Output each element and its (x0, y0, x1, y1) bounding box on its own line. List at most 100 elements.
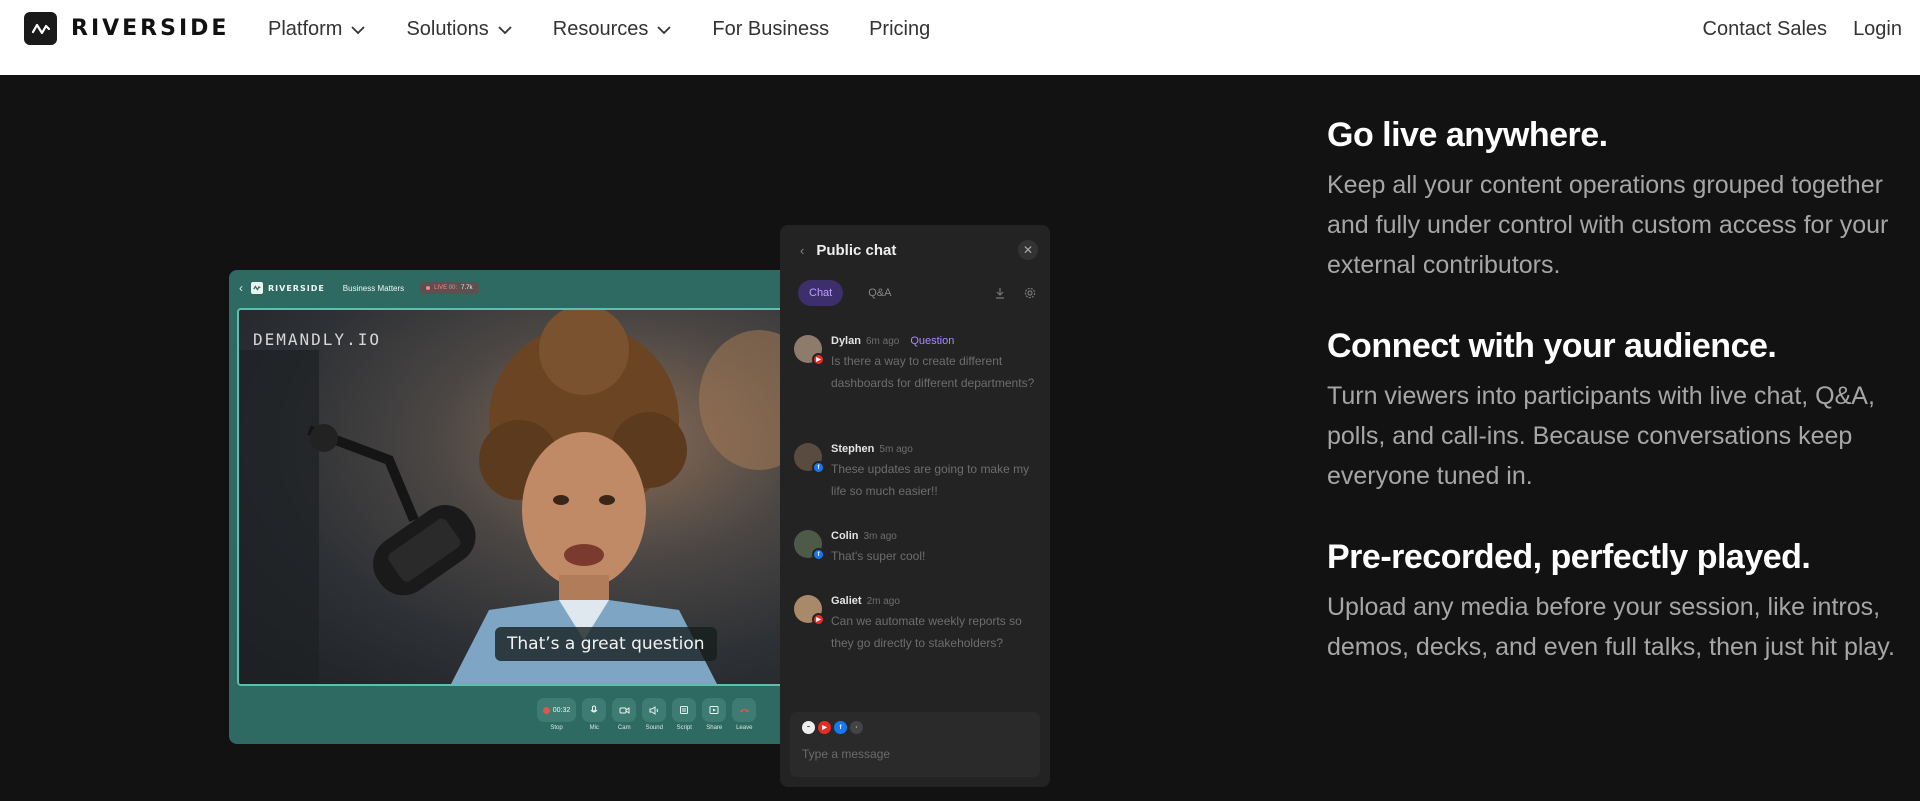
control-label: Share (706, 725, 723, 731)
chevron-down-icon (351, 26, 366, 35)
riverside-logo-icon (251, 282, 263, 294)
nav-item-for-business[interactable]: For Business (712, 18, 829, 41)
nav-item-solutions[interactable]: Solutions (406, 18, 512, 41)
control-label: Script (676, 725, 692, 731)
message-author: Dylan (831, 335, 861, 347)
message-input[interactable] (802, 747, 1022, 761)
tab-chat[interactable]: Chat (798, 280, 844, 306)
live-dot-icon (426, 286, 431, 290)
riverside-logo[interactable]: RIVERSIDE (24, 12, 229, 45)
live-status-badge: LIVE 00: 7.7k (420, 282, 479, 294)
chevron-left-icon[interactable]: ‹ (239, 281, 243, 295)
studio-header: ‹ RIVERSIDE Business Matters LIVE 00: 7.… (229, 270, 794, 306)
message-text: That's super cool! (831, 549, 926, 563)
control-label: Stop (550, 725, 563, 731)
chevron-down-icon (657, 26, 671, 35)
script-icon (680, 706, 689, 714)
nav-item-label: Resources (552, 17, 649, 40)
feature-item: Pre-recorded, perfectly played. Upload a… (1327, 537, 1907, 667)
sound-control[interactable]: Sound (642, 698, 667, 744)
more-platforms-icon: · (850, 721, 863, 734)
record-dot-icon (542, 706, 550, 714)
nav-item-label: Pricing (869, 17, 931, 40)
leave-control[interactable]: Leave (732, 698, 757, 744)
studio-logo: RIVERSIDE (251, 282, 325, 294)
avatar: ▶ (794, 595, 825, 626)
live-caption: That’s a great question (495, 627, 717, 661)
cam-control[interactable]: Cam (612, 698, 637, 744)
control-label: Mic (589, 725, 599, 731)
chat-message: ▶ Galiet 2m ago Can we automate weekly r… (794, 595, 1039, 654)
message-author: Colin (831, 530, 859, 542)
facebook-icon: f (812, 461, 825, 474)
feature-item: Connect with your audience. Turn viewers… (1327, 326, 1907, 496)
hang-up-icon (739, 709, 749, 713)
control-label: Cam (617, 725, 631, 731)
feature-description: Upload any media before your session, li… (1327, 593, 1895, 661)
recording-timer: 00:32 (552, 706, 571, 714)
chat-message: ▶ Dylan 6m ago Question Is there a way t… (794, 335, 1039, 394)
mic-icon (590, 705, 598, 713)
stop-control[interactable]: 00:32 Stop (536, 698, 577, 744)
message-time: 5m ago (879, 444, 913, 455)
message-time: 3m ago (863, 531, 897, 542)
message-author: Galiet (831, 595, 862, 607)
youtube-icon: ▶ (812, 353, 825, 366)
message-author: Stephen (831, 443, 875, 455)
question-tag: Question (910, 335, 955, 347)
riverside-logo-icon (24, 12, 57, 45)
riverside-icon: ~ (802, 721, 815, 734)
feature-title: Go live anywhere. (1327, 116, 1608, 154)
message-text: These updates are going to make my life … (831, 462, 1030, 498)
script-control[interactable]: Script (672, 698, 697, 744)
message-time: 2m ago (866, 596, 900, 607)
feature-title: Pre-recorded, perfectly played. (1327, 538, 1811, 576)
message-text: Can we automate weekly reports so they g… (831, 614, 1022, 650)
nav-links: Platform Solutions Resources For Busines… (268, 0, 970, 58)
nav-item-pricing[interactable]: Pricing (869, 18, 930, 41)
avatar: ▶ (794, 335, 825, 366)
nav-item-label: Platform (268, 17, 343, 40)
contact-sales-link[interactable]: Contact Sales (1703, 18, 1828, 41)
nav-item-label: Solutions (406, 17, 489, 40)
studio-title: Business Matters (342, 283, 405, 293)
gear-icon[interactable] (1024, 287, 1036, 299)
demandly-watermark: DEMANDLY.IO (253, 330, 381, 349)
chat-title: Public chat (816, 242, 897, 259)
youtube-icon: ▶ (812, 613, 825, 626)
avatar: f (794, 530, 825, 561)
tab-qa[interactable]: Q&A (857, 280, 902, 306)
message-text: Is there a way to create different dashb… (831, 354, 1035, 390)
studio-controls: 00:32 Stop Mic Cam Sound Script Share Le… (229, 698, 794, 744)
brand-name: RIVERSIDE (71, 16, 230, 41)
studio-brand: RIVERSIDE (268, 283, 325, 293)
nav-item-label: For Business (712, 17, 830, 40)
close-icon[interactable]: ✕ (1018, 240, 1038, 260)
viewer-count: 7.7k (461, 285, 473, 291)
feature-title: Connect with your audience. (1327, 327, 1777, 365)
download-icon[interactable] (994, 287, 1006, 299)
chat-header: ‹ Public chat (800, 242, 896, 259)
control-label: Sound (645, 725, 663, 731)
video-feed: DEMANDLY.IO That’s a great question (237, 308, 786, 686)
chat-compose: ~ ▶ f · (790, 712, 1040, 777)
nav-actions: Contact Sales Login (1703, 0, 1902, 58)
top-navigation: RIVERSIDE Platform Solutions Resources F… (0, 0, 1920, 75)
chevron-left-icon[interactable]: ‹ (800, 243, 804, 258)
facebook-icon: f (812, 548, 825, 561)
share-control[interactable]: Share (702, 698, 727, 744)
nav-item-resources[interactable]: Resources (553, 18, 673, 41)
message-time: 6m ago (865, 336, 900, 347)
public-chat-panel: ‹ Public chat ✕ Chat Q&A ▶ Dylan 6m ago … (780, 225, 1050, 787)
platform-selector[interactable]: ~ ▶ f · (802, 721, 863, 734)
control-label: Leave (736, 725, 753, 731)
speaker-icon (649, 705, 659, 715)
features-list: Go live anywhere. Keep all your content … (1327, 115, 1907, 708)
youtube-icon: ▶ (818, 721, 831, 734)
feature-description: Turn viewers into participants with live… (1327, 382, 1875, 490)
share-screen-icon (709, 706, 719, 714)
nav-item-platform[interactable]: Platform (268, 18, 366, 41)
login-link[interactable]: Login (1853, 18, 1902, 41)
chevron-down-icon (498, 26, 512, 35)
mic-control[interactable]: Mic (582, 698, 607, 744)
